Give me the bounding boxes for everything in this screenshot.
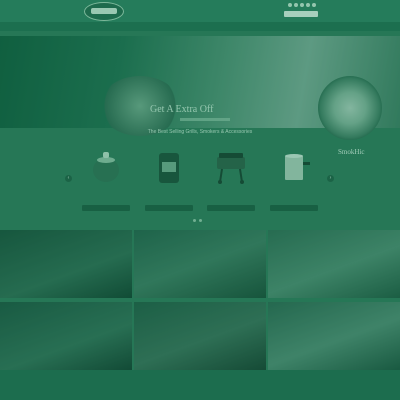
social-icons [288,3,316,7]
hero-title: Get A Extra Off [150,104,214,115]
instagram-icon[interactable] [300,3,304,7]
gallery-tile[interactable] [0,230,132,298]
kettle-icon [93,152,119,182]
add-to-cart-button[interactable] [270,205,318,211]
gallery-tile[interactable] [268,302,400,370]
main-nav [0,22,400,31]
gallery-tile[interactable] [134,230,266,298]
hero-subtitle-bar [180,118,230,121]
product-card[interactable] [268,145,320,215]
brand-logo[interactable] [84,2,124,21]
pinterest-icon[interactable] [312,3,316,7]
add-to-cart-button[interactable] [82,205,130,211]
carousel-next-arrow[interactable]: › [327,175,334,182]
grill-icon [217,153,245,184]
hero-banner[interactable]: Get A Extra Off SmokHic [0,36,400,156]
carousel-dot[interactable] [199,219,202,222]
carousel-dot[interactable] [193,219,196,222]
carousel-dots [193,219,202,222]
products-heading: The Best Selling Grills, Smokers & Acces… [147,129,253,135]
gallery-tile[interactable] [134,302,266,370]
product-card[interactable] [143,145,195,215]
carousel-prev-arrow[interactable]: ‹ [65,175,72,182]
product-card[interactable] [80,145,132,215]
add-to-cart-button[interactable] [207,205,255,211]
site-header [0,0,400,22]
facebook-icon[interactable] [288,3,292,7]
search-input[interactable] [284,11,318,17]
add-to-cart-button[interactable] [145,205,193,211]
logo-wordmark [91,8,117,14]
chimney-starter-icon [285,154,310,180]
gallery-grid [0,230,400,370]
twitter-icon[interactable] [294,3,298,7]
charcoal-bag-icon [159,153,179,183]
gallery-tile[interactable] [268,230,400,298]
product-card[interactable] [205,145,257,215]
youtube-icon[interactable] [306,3,310,7]
hero-brand-logo: SmokHic [338,148,365,156]
gallery-tile[interactable] [0,302,132,370]
site-footer [0,370,400,400]
